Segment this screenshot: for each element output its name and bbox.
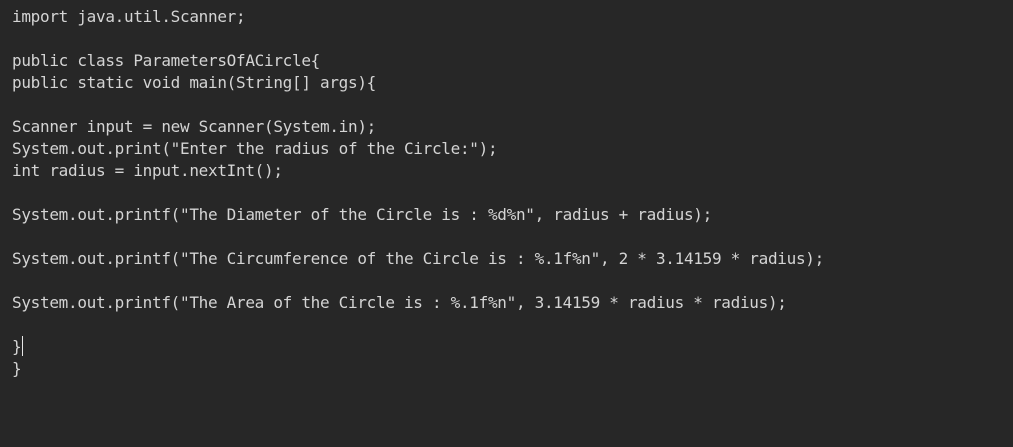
code-line-7: System.out.print("Enter the radius of th… (12, 139, 498, 158)
code-line-8: int radius = input.nextInt(); (12, 161, 283, 180)
code-line-16: } (12, 336, 1013, 358)
code-line-12: System.out.printf("The Circumference of … (12, 249, 824, 268)
code-line-4: public static void main(String[] args){ (12, 73, 376, 92)
code-line-3: public class ParametersOfACircle{ (12, 51, 320, 70)
code-line-16-text: } (12, 337, 22, 356)
code-line-17: } (12, 359, 22, 378)
code-line-1: import java.util.Scanner; (12, 7, 246, 26)
text-cursor (22, 336, 24, 356)
code-editor[interactable]: import java.util.Scanner; public class P… (0, 0, 1013, 447)
code-line-14: System.out.printf("The Area of the Circl… (12, 293, 787, 312)
code-line-6: Scanner input = new Scanner(System.in); (12, 117, 376, 136)
code-line-10: System.out.printf("The Diameter of the C… (12, 205, 712, 224)
